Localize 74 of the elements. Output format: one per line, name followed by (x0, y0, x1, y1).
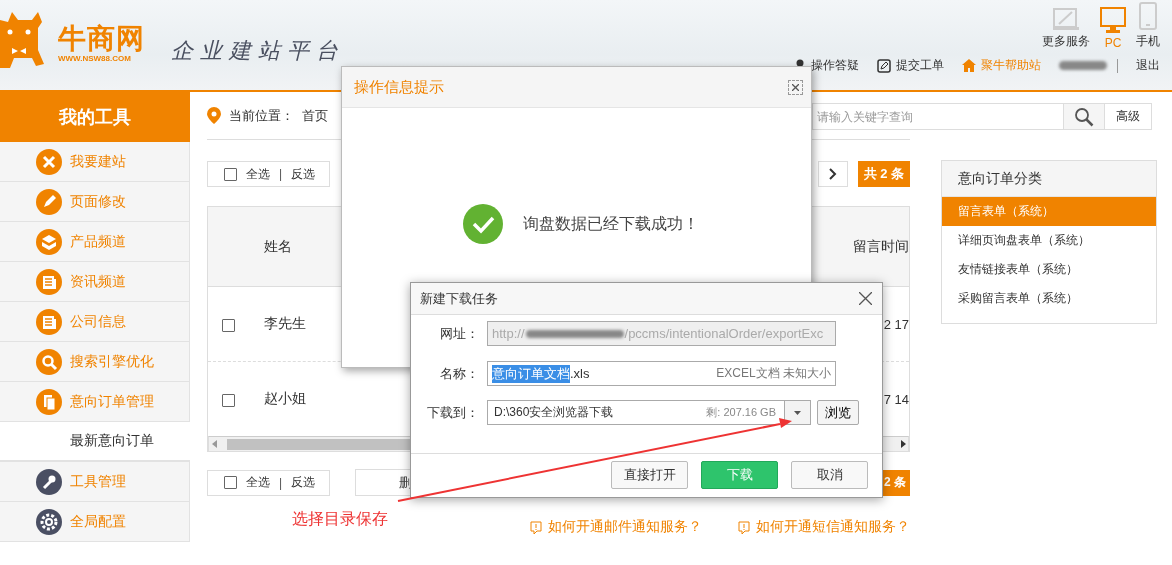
help-icon (738, 520, 750, 534)
close-button[interactable] (788, 79, 803, 95)
breadcrumb-link[interactable]: 首页 (302, 106, 328, 125)
checkbox[interactable] (222, 393, 235, 407)
search-icon (1074, 106, 1094, 127)
chevron-right-icon (828, 168, 837, 180)
caret-icon (794, 410, 801, 415)
table-cell: 2 17 (883, 316, 909, 332)
success-message: 询盘数据已经下载成功！ (523, 213, 699, 234)
header-link[interactable]: 提交工单 (877, 57, 944, 74)
news-icon (36, 308, 62, 335)
separator: | (279, 475, 283, 490)
checkbox[interactable] (224, 476, 237, 489)
next-page-button[interactable] (817, 161, 848, 187)
device-switch[interactable]: 手机 (1136, 2, 1160, 50)
select-all-link[interactable]: 全选 (246, 165, 270, 183)
browse-button[interactable]: 浏览 (817, 400, 859, 425)
checkbox[interactable] (224, 167, 237, 181)
news-icon (36, 268, 62, 295)
column-header: 姓名 (264, 237, 292, 254)
table-cell: 7 14 (883, 391, 909, 407)
header-link[interactable]: 退出 (1136, 57, 1160, 74)
table-cell: 赵小姐 (264, 390, 306, 406)
device-switch[interactable]: 更多服务 (1042, 8, 1090, 50)
save-path-field[interactable]: D:\360安全浏览器下载 剩: 207.16 GB (487, 400, 785, 425)
checkbox[interactable] (222, 318, 235, 332)
separator: | (279, 167, 283, 181)
location-pin-icon (207, 107, 221, 124)
sidebar-title: 我的工具 (0, 92, 190, 142)
slogan: 企业建站平台 (171, 37, 345, 65)
category-item[interactable]: 友情链接表单（系统） (942, 255, 1156, 284)
advanced-button[interactable]: 高级 (1105, 103, 1152, 130)
filename-field[interactable]: 意向订单文档.xls EXCEL文档 未知大小 (487, 361, 836, 386)
laptop-icon (1053, 8, 1079, 30)
annotation-text: 选择目录保存 (292, 509, 388, 529)
edit-icon (877, 58, 891, 73)
search-icon (36, 348, 62, 375)
search-button[interactable] (1063, 103, 1105, 130)
invert-selection-link[interactable]: 反选 (291, 474, 316, 491)
pages-icon (36, 388, 62, 415)
field-label: 下载到： (426, 403, 480, 422)
breadcrumb-label: 当前位置： (229, 106, 294, 125)
field-label: 网址： (439, 324, 480, 343)
monitor-icon (1100, 7, 1126, 33)
category-item[interactable]: 详细页询盘表单（系统） (942, 226, 1156, 255)
category-item[interactable]: 采购留言表单（系统） (942, 284, 1156, 313)
phone-icon (1139, 2, 1157, 30)
pencil-icon (36, 188, 62, 215)
select-all-link[interactable]: 全选 (246, 474, 270, 491)
help-icon (530, 520, 542, 534)
brand-url: WWW.NSW88.COM (58, 54, 132, 64)
dialog-button[interactable]: 直接打开 (611, 461, 688, 489)
success-check-icon (463, 204, 503, 244)
gear-icon (36, 508, 62, 535)
dialog-title: 新建下载任务 (420, 289, 498, 308)
category-title: 意向订单分类 (942, 161, 1156, 197)
dialog-title: 操作信息提示 (354, 77, 444, 97)
total-count: 共 2 条 (857, 161, 910, 187)
column-header: 留言时间 (853, 237, 909, 254)
search-field[interactable]: 请输入关键字查询 (812, 103, 1063, 130)
field-label: 名称： (439, 364, 480, 383)
redacted-mark (1059, 61, 1107, 70)
table-cell: 李先生 (264, 315, 306, 331)
brand-name: 牛商网 (58, 24, 145, 54)
box-icon (36, 228, 62, 255)
total-count: 2 条 (883, 469, 910, 496)
close-icon (792, 83, 799, 91)
close-icon (859, 292, 872, 305)
dropdown-button[interactable] (785, 400, 811, 425)
scroll-right-icon[interactable] (900, 440, 906, 448)
close-button[interactable] (859, 292, 872, 305)
home-icon (962, 59, 976, 72)
invert-selection-link[interactable]: 反选 (291, 165, 316, 183)
dialog-button[interactable]: 取消 (791, 461, 868, 489)
